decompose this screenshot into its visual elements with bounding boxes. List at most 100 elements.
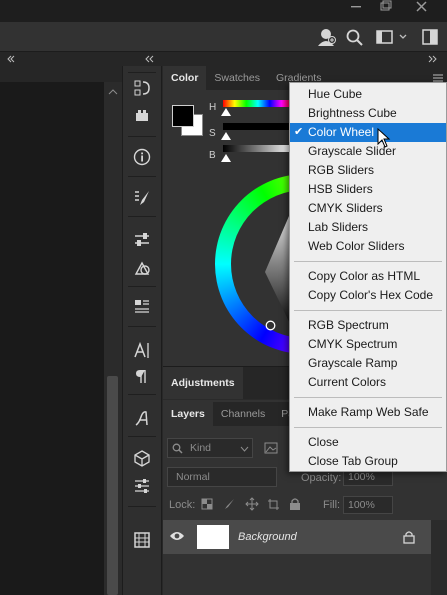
history-icon[interactable] [128,76,156,100]
menu-item-hue-cube[interactable]: Hue Cube [290,85,446,104]
slider-label-s: S [209,128,216,139]
layer-row-background[interactable]: Background [163,520,431,554]
strip-divider [128,436,156,437]
collapse-left-icon[interactable] [4,53,16,65]
lock-label: Lock: [169,499,196,511]
menu-item-current-colors[interactable]: Current Colors [290,373,446,392]
expand-panels-icon[interactable] [418,27,442,47]
strip-divider [128,176,156,177]
fill-input[interactable]: 100% [343,496,393,514]
properties-icon[interactable] [128,474,156,498]
strip-divider [128,136,156,137]
layer-thumbnail [197,525,229,549]
opacity-label: Opacity: [301,472,342,484]
strip-divider [128,72,156,73]
visibility-eye-icon[interactable] [169,530,185,542]
shapes-icon[interactable] [128,256,156,280]
minimize-button[interactable] [342,0,370,14]
strip-divider [128,506,156,507]
character-icon[interactable] [128,338,156,362]
slider-label-b: B [209,150,216,161]
menu-item-lab-sliders[interactable]: Lab Sliders [290,218,446,237]
title-bar [0,0,447,22]
lock-pixels-icon[interactable] [223,498,235,510]
lock-all-icon[interactable] [289,497,301,511]
workspace-switcher[interactable] [374,27,410,47]
canvas[interactable] [0,82,104,595]
menu-item-copy-hex-code[interactable]: Copy Color's Hex Code [290,286,446,305]
mouse-cursor-icon [377,128,391,148]
menu-separator [294,261,442,262]
blend-mode-label: Normal [176,471,210,483]
layer-name: Background [238,531,297,543]
fill-value: 100% [348,499,375,511]
slider-label-h: H [209,102,217,113]
lock-artboard-icon[interactable] [267,498,280,511]
tab-channels[interactable]: Channels [213,402,273,426]
strip-divider [128,216,156,217]
color-picker-handle[interactable] [265,320,276,331]
panel-collapse-bar [0,52,447,66]
3d-icon[interactable] [128,446,156,470]
glyphs-icon[interactable] [128,406,156,430]
saturation-slider-track[interactable] [223,123,293,130]
share-user-icon[interactable] [316,27,338,47]
hue-slider-thumb[interactable] [221,108,231,116]
menu-item-close[interactable]: Close [290,433,446,452]
menu-item-rgb-spectrum[interactable]: RGB Spectrum [290,316,446,335]
filter-image-icon[interactable] [263,440,279,456]
paragraph-icon[interactable] [128,364,156,388]
menu-item-rgb-sliders[interactable]: RGB Sliders [290,161,446,180]
menu-item-cmyk-sliders[interactable]: CMYK Sliders [290,199,446,218]
layer-comps-icon[interactable] [128,294,156,318]
tab-layers[interactable]: Layers [163,402,213,426]
menu-separator [294,427,442,428]
menu-item-color-wheel[interactable]: ✔ Color Wheel [290,123,446,142]
layers-scrollbar[interactable] [431,520,447,595]
menu-separator [294,397,442,398]
foreground-color-swatch[interactable] [172,105,194,127]
lock-transparent-icon[interactable] [201,498,213,510]
menu-item-brightness-cube[interactable]: Brightness Cube [290,104,446,123]
menu-item-grayscale-slider[interactable]: Grayscale Slider [290,142,446,161]
menu-item-cmyk-spectrum[interactable]: CMYK Spectrum [290,335,446,354]
collapse-strip-icon[interactable] [144,53,156,65]
filter-kind-select[interactable]: Kind [167,438,253,458]
timeline-icon[interactable] [128,528,156,552]
brush-settings-icon[interactable] [128,186,156,210]
blend-mode-select[interactable]: Normal [167,467,277,487]
menu-item-copy-color-as-html[interactable]: Copy Color as HTML [290,267,446,286]
menu-item-hsb-sliders[interactable]: HSB Sliders [290,180,446,199]
menu-item-web-color-sliders[interactable]: Web Color Sliders [290,237,446,256]
tab-color[interactable]: Color [163,66,207,90]
menu-separator [294,310,442,311]
strip-divider [128,326,156,327]
menu-item-close-tab-group[interactable]: Close Tab Group [290,452,446,471]
layer-lock-icon [403,530,415,544]
menu-item-grayscale-ramp[interactable]: Grayscale Ramp [290,354,446,373]
filter-kind-label: Kind [190,442,212,454]
menu-item-make-ramp-web-safe[interactable]: Make Ramp Web Safe [290,403,446,422]
restore-button[interactable] [372,0,400,14]
saturation-slider-thumb[interactable] [221,132,231,140]
lock-position-icon[interactable] [245,497,259,511]
hue-slider-track[interactable] [223,100,293,107]
tab-adjustments[interactable]: Adjustments [163,367,243,399]
strip-divider [128,394,156,395]
brightness-slider-thumb[interactable] [221,154,231,162]
checkmark-icon: ✔ [294,126,304,138]
color-panel-flyout-menu: Hue Cube Brightness Cube ✔ Color Wheel G… [289,82,447,472]
search-icon[interactable] [344,27,366,47]
close-window-button[interactable] [402,0,442,14]
opacity-value: 100% [348,471,375,483]
actions-icon[interactable] [128,104,156,128]
adjustments-icon[interactable] [128,228,156,252]
collapse-panels-icon[interactable] [426,53,438,65]
strip-divider [128,286,156,287]
brightness-slider-track[interactable] [223,145,293,152]
options-bar [0,22,447,52]
fill-label: Fill: [323,499,341,511]
scrollbar-thumb[interactable] [107,376,118,595]
info-icon[interactable] [128,145,156,169]
tab-swatches[interactable]: Swatches [206,66,268,90]
